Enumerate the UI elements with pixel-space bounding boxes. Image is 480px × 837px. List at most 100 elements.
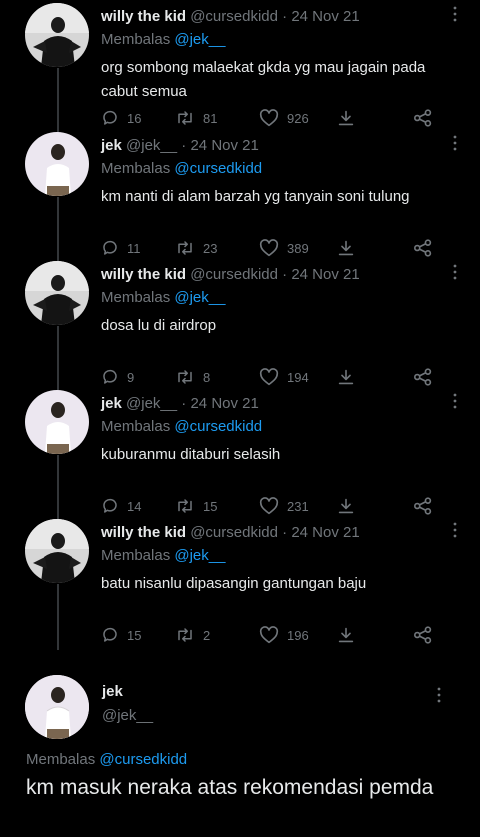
more-icon[interactable] — [452, 6, 458, 22]
retweet-count: 15 — [203, 498, 218, 514]
like-icon — [259, 239, 279, 257]
reply-button[interactable]: 15 — [101, 626, 141, 644]
reply-icon — [101, 368, 119, 386]
reply-tweet[interactable]: jek @jek__ · 24 Nov 21 Membalas @cursedki… — [0, 387, 480, 521]
more-share-button[interactable] — [413, 626, 433, 644]
mention-link[interactable]: @jek__ — [174, 289, 225, 306]
author-handle[interactable]: @jek__ — [126, 137, 177, 154]
author-name[interactable]: willy the kid — [101, 266, 186, 283]
like-count: 389 — [287, 240, 309, 256]
action-bar: 15 2 196 — [101, 626, 451, 646]
mention-link[interactable]: @cursedkidd — [174, 418, 262, 435]
replying-to: Membalas @cursedkidd — [26, 749, 187, 771]
tweet-date[interactable]: 24 Nov 21 — [291, 524, 359, 541]
like-button[interactable]: 196 — [259, 626, 309, 644]
author-name[interactable]: willy the kid — [101, 8, 186, 25]
retweet-button[interactable]: 23 — [175, 239, 217, 257]
tweet-body: willy the kid @cursedkidd · 24 Nov 21 Mem… — [101, 0, 460, 104]
avatar[interactable] — [25, 519, 89, 583]
share-icon — [413, 368, 433, 386]
retweet-button[interactable]: 8 — [175, 368, 210, 386]
retweet-count: 8 — [203, 369, 211, 385]
retweet-button[interactable]: 81 — [175, 109, 217, 127]
share-icon — [413, 497, 433, 515]
like-button[interactable]: 231 — [259, 497, 309, 515]
tweet-text: batu nisanlu dipasangin gantungan baju — [101, 575, 367, 592]
tweet-text: km nanti di alam barzah yg tanyain soni … — [101, 188, 410, 205]
tweet-text: kuburanmu ditaburi selasih — [101, 446, 281, 463]
replying-to-label: Membalas — [26, 751, 96, 768]
more-icon[interactable] — [452, 522, 458, 538]
like-count: 926 — [287, 110, 309, 126]
more-icon[interactable] — [436, 687, 442, 703]
reply-button[interactable]: 16 — [101, 109, 141, 127]
tweet-date[interactable]: 24 Nov 21 — [190, 137, 258, 154]
reply-thread: willy the kid @cursedkidd · 24 Nov 21 Mem… — [0, 0, 480, 650]
tweet-date[interactable]: 24 Nov 21 — [190, 395, 258, 412]
share-button[interactable] — [338, 109, 354, 127]
mention-link[interactable]: @cursedkidd — [99, 751, 187, 768]
reply-tweet[interactable]: willy the kid @cursedkidd · 24 Nov 21 Mem… — [0, 258, 480, 392]
more-icon[interactable] — [452, 264, 458, 280]
more-icon[interactable] — [452, 135, 458, 151]
retweet-icon — [175, 626, 195, 644]
author-name[interactable]: jek — [102, 683, 123, 700]
replying-to: Membalas @jek__ — [101, 29, 460, 51]
retweet-button[interactable]: 2 — [175, 626, 210, 644]
share-button[interactable] — [338, 626, 354, 644]
like-button[interactable]: 926 — [259, 109, 309, 127]
avatar[interactable] — [25, 3, 89, 67]
tweet-text: km masuk neraka atas rekomendasi pemda — [26, 776, 434, 799]
reply-button[interactable]: 14 — [101, 497, 141, 515]
share-button[interactable] — [338, 497, 354, 515]
share-button[interactable] — [338, 368, 354, 386]
like-button[interactable]: 389 — [259, 239, 309, 257]
avatar[interactable] — [25, 261, 89, 325]
avatar[interactable] — [25, 390, 89, 454]
tweet-date[interactable]: 24 Nov 21 — [291, 266, 359, 283]
mention-link[interactable]: @jek__ — [174, 547, 225, 564]
share-button[interactable] — [338, 239, 354, 257]
retweet-count: 23 — [203, 240, 218, 256]
retweet-icon — [175, 497, 195, 515]
reply-button[interactable]: 11 — [101, 239, 141, 257]
retweet-count: 81 — [203, 110, 218, 126]
reply-count: 9 — [127, 369, 135, 385]
thread-line — [57, 584, 59, 650]
more-share-button[interactable] — [413, 497, 433, 515]
reply-tweet[interactable]: jek @jek__ · 24 Nov 21 Membalas @cursedki… — [0, 129, 480, 263]
more-icon[interactable] — [452, 393, 458, 409]
mention-link[interactable]: @jek__ — [174, 31, 225, 48]
reply-tweet[interactable]: willy the kid @cursedkidd · 24 Nov 21 Mem… — [0, 516, 480, 650]
thread-line — [57, 197, 59, 263]
reply-tweet[interactable]: willy the kid @cursedkidd · 24 Nov 21 Mem… — [0, 0, 480, 134]
author-handle[interactable]: @cursedkidd — [190, 266, 278, 283]
tweet-header: jek @jek__ · 24 Nov 21 — [101, 136, 460, 156]
more-share-button[interactable] — [413, 368, 433, 386]
tweet-header: willy the kid @cursedkidd · 24 Nov 21 — [101, 7, 460, 27]
tweet-body: jek @jek__ · 24 Nov 21 Membalas @cursedki… — [101, 387, 460, 467]
author-handle[interactable]: @jek__ — [126, 395, 177, 412]
more-share-button[interactable] — [413, 239, 433, 257]
like-icon — [259, 109, 279, 127]
like-button[interactable]: 194 — [259, 368, 309, 386]
main-tweet[interactable]: jek @jek__ Membalas @cursedkidd km masuk… — [0, 673, 480, 837]
mention-link[interactable]: @cursedkidd — [174, 160, 262, 177]
tweet-date[interactable]: 24 Nov 21 — [291, 8, 359, 25]
share-icon — [413, 626, 433, 644]
separator-dot: · — [277, 8, 292, 25]
author-handle[interactable]: @jek__ — [102, 707, 153, 724]
author-name[interactable]: jek — [101, 137, 122, 154]
more-share-button[interactable] — [413, 109, 433, 127]
share-icon — [413, 109, 433, 127]
author-handle[interactable]: @cursedkidd — [190, 524, 278, 541]
reply-button[interactable]: 9 — [101, 368, 134, 386]
retweet-button[interactable]: 15 — [175, 497, 217, 515]
like-count: 231 — [287, 498, 309, 514]
avatar[interactable] — [25, 132, 89, 196]
avatar[interactable] — [25, 675, 89, 739]
tweet-body: jek @jek__ · 24 Nov 21 Membalas @cursedki… — [101, 129, 460, 209]
author-name[interactable]: willy the kid — [101, 524, 186, 541]
author-name[interactable]: jek — [101, 395, 122, 412]
author-handle[interactable]: @cursedkidd — [190, 8, 278, 25]
